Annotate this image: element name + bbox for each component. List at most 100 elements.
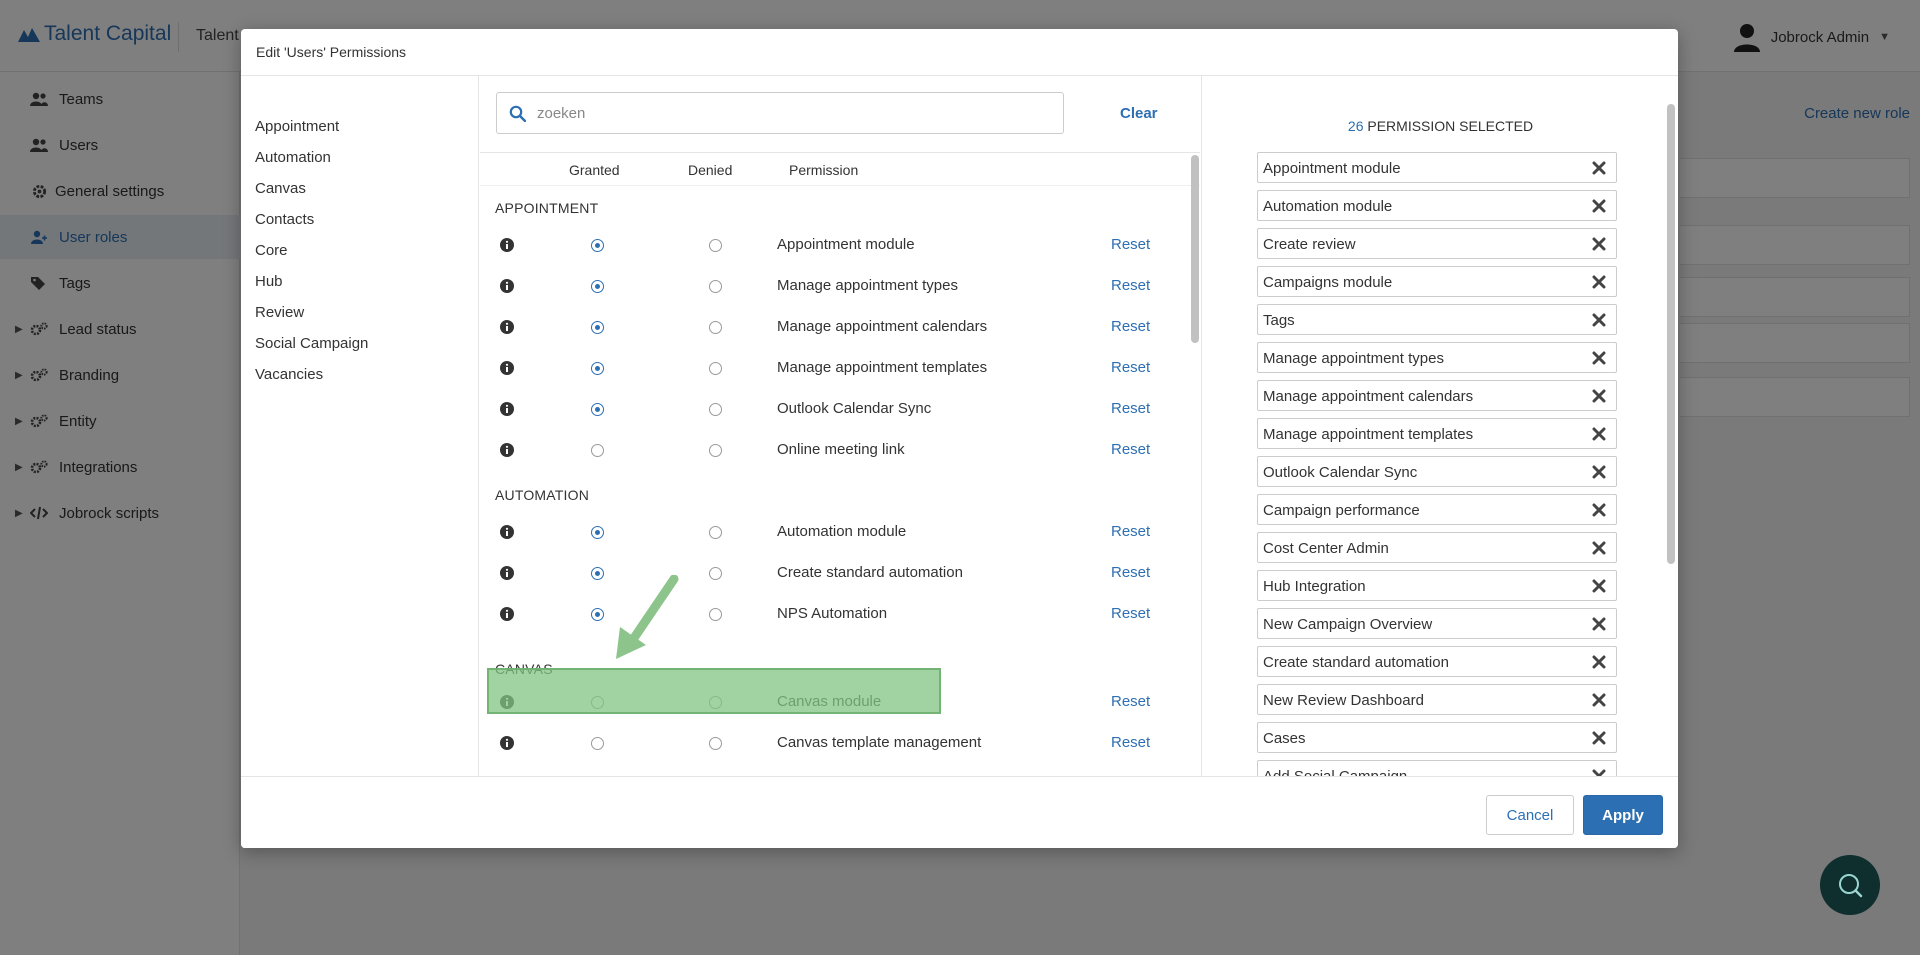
selected-permission-chip: Manage appointment templates xyxy=(1257,418,1617,449)
column-granted: Granted xyxy=(569,162,620,178)
denied-radio[interactable] xyxy=(709,567,722,580)
selected-permission-chip: Manage appointment calendars xyxy=(1257,380,1617,411)
reset-link[interactable]: Reset xyxy=(1111,236,1150,253)
close-icon[interactable] xyxy=(1592,351,1606,365)
selected-permission-chip: Manage appointment types xyxy=(1257,342,1617,373)
chip-label: Tags xyxy=(1263,312,1295,329)
denied-radio[interactable] xyxy=(709,280,722,293)
close-icon[interactable] xyxy=(1592,655,1606,669)
chip-label: Campaigns module xyxy=(1263,274,1393,291)
chat-search-icon xyxy=(1839,874,1863,898)
reset-link[interactable]: Reset xyxy=(1111,400,1150,417)
info-icon[interactable] xyxy=(500,279,514,293)
denied-radio[interactable] xyxy=(709,403,722,416)
permission-label: Manage appointment calendars xyxy=(777,318,988,335)
granted-radio[interactable] xyxy=(591,362,604,375)
selected-permission-chip: Cases xyxy=(1257,722,1617,753)
chip-label: Manage appointment calendars xyxy=(1263,388,1474,405)
reset-link[interactable]: Reset xyxy=(1111,693,1150,710)
denied-radio[interactable] xyxy=(709,737,722,750)
permission-label: Manage appointment types xyxy=(777,277,958,294)
denied-radio[interactable] xyxy=(709,362,722,375)
info-icon[interactable] xyxy=(500,402,514,416)
cancel-button[interactable]: Cancel xyxy=(1486,795,1574,835)
close-icon[interactable] xyxy=(1592,617,1606,631)
info-icon[interactable] xyxy=(500,607,514,621)
info-icon[interactable] xyxy=(500,443,514,457)
close-icon[interactable] xyxy=(1592,275,1606,289)
close-icon[interactable] xyxy=(1592,579,1606,593)
permission-row: Manage appointment calendars Reset xyxy=(480,308,1180,348)
category-appointment[interactable]: Appointment xyxy=(255,118,339,135)
denied-radio[interactable] xyxy=(709,608,722,621)
permission-row: Manage appointment types Reset xyxy=(480,267,1180,307)
close-icon[interactable] xyxy=(1592,503,1606,517)
close-icon[interactable] xyxy=(1592,465,1606,479)
close-icon[interactable] xyxy=(1592,541,1606,555)
close-icon[interactable] xyxy=(1592,389,1606,403)
permission-row: Manage appointment templates Reset xyxy=(480,349,1180,389)
clear-button[interactable]: Clear xyxy=(1120,105,1158,122)
reset-link[interactable]: Reset xyxy=(1111,734,1150,751)
granted-radio[interactable] xyxy=(591,526,604,539)
reset-link[interactable]: Reset xyxy=(1111,359,1150,376)
modal-header: Edit 'Users' Permissions xyxy=(241,29,1678,76)
close-icon[interactable] xyxy=(1592,427,1606,441)
info-icon[interactable] xyxy=(500,736,514,750)
chat-button[interactable] xyxy=(1820,855,1880,915)
reset-link[interactable]: Reset xyxy=(1111,441,1150,458)
granted-radio[interactable] xyxy=(591,280,604,293)
category-contacts[interactable]: Contacts xyxy=(255,211,314,228)
permission-row: NPS Automation Reset xyxy=(480,595,1180,635)
info-icon[interactable] xyxy=(500,361,514,375)
category-social-campaign[interactable]: Social Campaign xyxy=(255,335,368,352)
selected-permission-chip: Hub Integration xyxy=(1257,570,1617,601)
reset-link[interactable]: Reset xyxy=(1111,605,1150,622)
category-core[interactable]: Core xyxy=(255,242,288,259)
chip-label: Create review xyxy=(1263,236,1356,253)
close-icon[interactable] xyxy=(1592,161,1606,175)
info-icon[interactable] xyxy=(500,238,514,252)
denied-radio[interactable] xyxy=(709,526,722,539)
denied-radio[interactable] xyxy=(709,239,722,252)
category-canvas[interactable]: Canvas xyxy=(255,180,306,197)
close-icon[interactable] xyxy=(1592,237,1606,251)
permission-label: Create standard automation xyxy=(777,564,963,581)
denied-radio[interactable] xyxy=(709,321,722,334)
denied-radio[interactable] xyxy=(709,444,722,457)
selected-scrollbar[interactable] xyxy=(1667,104,1675,776)
granted-radio[interactable] xyxy=(591,737,604,750)
scrollbar-thumb[interactable] xyxy=(1191,155,1199,343)
arrow-annotation-icon xyxy=(616,575,679,659)
permission-label: Automation module xyxy=(777,523,907,540)
close-icon[interactable] xyxy=(1592,731,1606,745)
reset-link[interactable]: Reset xyxy=(1111,318,1150,335)
permission-row: Create standard automation Reset xyxy=(480,554,1180,594)
permission-scrollbar[interactable] xyxy=(1191,155,1199,775)
granted-radio[interactable] xyxy=(591,239,604,252)
close-icon[interactable] xyxy=(1592,199,1606,213)
category-review[interactable]: Review xyxy=(255,304,304,321)
reset-link[interactable]: Reset xyxy=(1111,523,1150,540)
reset-link[interactable]: Reset xyxy=(1111,564,1150,581)
close-icon[interactable] xyxy=(1592,693,1606,707)
granted-radio[interactable] xyxy=(591,403,604,416)
granted-radio[interactable] xyxy=(591,321,604,334)
reset-link[interactable]: Reset xyxy=(1111,277,1150,294)
category-automation[interactable]: Automation xyxy=(255,149,331,166)
granted-radio[interactable] xyxy=(591,567,604,580)
info-icon[interactable] xyxy=(500,525,514,539)
chip-label: Cases xyxy=(1263,730,1306,747)
granted-radio[interactable] xyxy=(591,444,604,457)
apply-button[interactable]: Apply xyxy=(1583,795,1663,835)
info-icon[interactable] xyxy=(500,320,514,334)
permission-label: Manage appointment templates xyxy=(777,359,988,376)
close-icon[interactable] xyxy=(1592,313,1606,327)
info-icon[interactable] xyxy=(500,566,514,580)
category-vacancies[interactable]: Vacancies xyxy=(255,366,323,383)
granted-radio[interactable] xyxy=(591,608,604,621)
chip-label: Cost Center Admin xyxy=(1263,540,1389,557)
search-input[interactable] xyxy=(537,99,1037,127)
scrollbar-thumb[interactable] xyxy=(1667,104,1675,564)
category-hub[interactable]: Hub xyxy=(255,273,283,290)
